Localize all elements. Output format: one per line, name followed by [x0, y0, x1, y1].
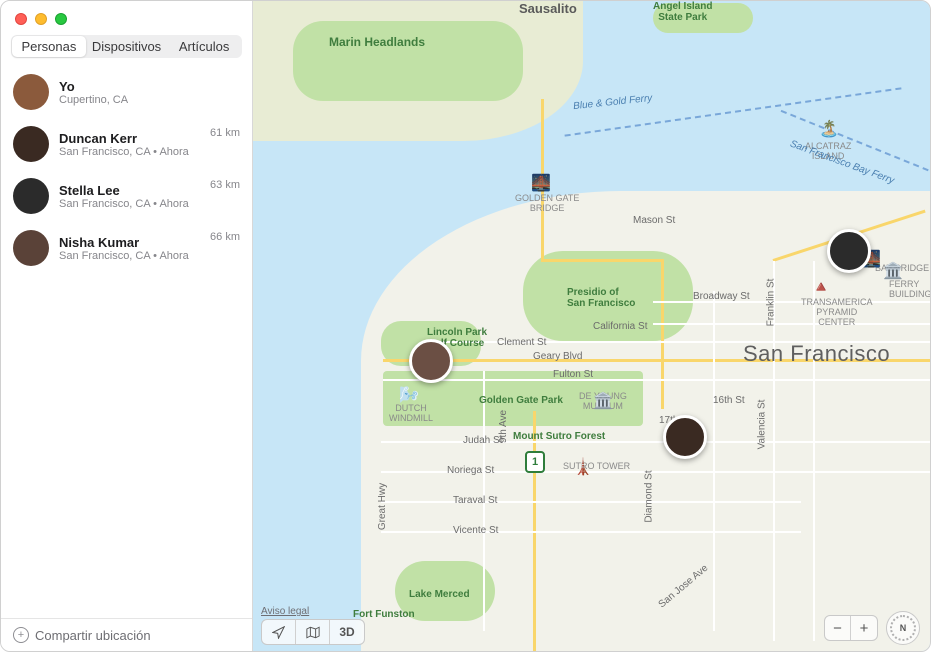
close-icon[interactable]	[15, 13, 27, 25]
person-sub: San Francisco, CA • Ahora	[59, 146, 200, 158]
location-arrow-icon	[272, 626, 285, 639]
people-list: Yo Cupertino, CA Duncan Kerr San Francis…	[1, 66, 252, 618]
park-area	[293, 21, 523, 101]
place-label: Marin Headlands	[329, 35, 425, 49]
windmill-icon: 🌬️	[399, 385, 419, 405]
person-name: Duncan Kerr	[59, 131, 200, 146]
map-style-button[interactable]	[296, 620, 330, 644]
person-name: Yo	[59, 79, 230, 94]
avatar	[13, 74, 49, 110]
list-item[interactable]: Duncan Kerr San Francisco, CA • Ahora 61…	[1, 118, 252, 170]
street-label: California St	[593, 321, 647, 332]
sidebar: Personas Dispositivos Artículos Yo Cuper…	[1, 1, 253, 651]
place-label: TRANSAMERICA PYRAMID CENTER	[801, 297, 873, 327]
place-label: Golden Gate Park	[479, 395, 563, 406]
avatar	[13, 126, 49, 162]
street-label: Franklin St	[765, 279, 776, 327]
person-distance: 66 km	[210, 230, 240, 243]
place-label: FERRY BUILDING	[889, 279, 930, 299]
map-pin-avatar[interactable]	[827, 229, 871, 273]
route-shield: 1	[525, 451, 545, 473]
tab-articulos[interactable]: Artículos	[167, 36, 241, 57]
street-label: Geary Blvd	[533, 351, 582, 362]
tab-bar: Personas Dispositivos Artículos	[11, 35, 242, 58]
share-location-button[interactable]: + Compartir ubicación	[1, 618, 252, 651]
pyramid-icon: 🔺	[811, 277, 831, 297]
legal-link[interactable]: Aviso legal	[261, 606, 309, 617]
ferry-route	[565, 87, 902, 136]
person-name: Nisha Kumar	[59, 235, 200, 250]
place-label: Lake Merced	[409, 589, 470, 600]
compass-button[interactable]: N	[886, 611, 920, 645]
street-label: Judah St	[463, 435, 502, 446]
zoom-controls: − +	[824, 615, 878, 641]
tower-icon: 🗼	[573, 457, 593, 477]
museum-icon: 🏛️	[593, 391, 613, 411]
street-label: Noriega St	[447, 465, 494, 476]
street-label: 9th Ave	[498, 410, 509, 443]
place-label: DUTCH WINDMILL	[389, 403, 433, 423]
place-label: Fort Funston	[353, 609, 415, 620]
island-icon: 🏝️	[819, 119, 839, 139]
person-distance: 63 km	[210, 178, 240, 191]
road	[541, 259, 661, 262]
map-pin-avatar[interactable]	[409, 339, 453, 383]
list-item[interactable]: Stella Lee San Francisco, CA • Ahora 63 …	[1, 170, 252, 222]
place-label: Mount Sutro Forest	[513, 431, 605, 442]
street-label: Taraval St	[453, 495, 497, 506]
road	[381, 501, 801, 503]
tab-dispositivos[interactable]: Dispositivos	[86, 36, 167, 57]
map-view[interactable]: San Francisco Sausalito Marin Headlands …	[253, 1, 930, 651]
road	[713, 291, 715, 631]
zoom-in-button[interactable]: +	[851, 616, 877, 640]
map-pin-avatar[interactable]	[663, 415, 707, 459]
list-item[interactable]: Nisha Kumar San Francisco, CA • Ahora 66…	[1, 222, 252, 274]
avatar	[13, 178, 49, 214]
ferry-label: Blue & Gold Ferry	[573, 93, 653, 112]
street-label: Great Hwy	[377, 483, 388, 530]
street-label: 16th St	[713, 395, 745, 406]
minimize-icon[interactable]	[35, 13, 47, 25]
person-distance: 61 km	[210, 126, 240, 139]
bridge-icon: 🌉	[531, 173, 551, 193]
street-label: Vicente St	[453, 525, 498, 536]
road	[381, 531, 801, 533]
plus-icon: +	[13, 627, 29, 643]
person-sub: Cupertino, CA	[59, 94, 230, 106]
list-item[interactable]: Yo Cupertino, CA	[1, 66, 252, 118]
app-window: Personas Dispositivos Artículos Yo Cuper…	[0, 0, 931, 652]
street-label: Valencia St	[756, 400, 767, 450]
tab-personas[interactable]: Personas	[12, 36, 86, 57]
building-icon: 🏛️	[883, 261, 903, 281]
place-label: Presidio of San Francisco	[567, 287, 635, 309]
street-label: Diamond St	[644, 470, 655, 522]
share-label: Compartir ubicación	[35, 628, 151, 643]
zoom-icon[interactable]	[55, 13, 67, 25]
place-label: GOLDEN GATE BRIDGE	[515, 193, 579, 213]
street-label: Broadway St	[693, 291, 750, 302]
city-label: San Francisco	[743, 341, 890, 367]
locate-button[interactable]	[262, 620, 296, 644]
avatar	[13, 230, 49, 266]
street-label: Mason St	[633, 215, 675, 226]
3d-button[interactable]: 3D	[330, 620, 364, 644]
person-sub: San Francisco, CA • Ahora	[59, 198, 200, 210]
map-mode-controls: 3D	[261, 619, 365, 645]
street-label: Fulton St	[553, 369, 593, 380]
person-name: Stella Lee	[59, 183, 200, 198]
road	[383, 379, 930, 381]
street-label: Clement St	[497, 337, 546, 348]
road	[661, 259, 664, 409]
map-icon	[306, 626, 320, 639]
place-label: Sausalito	[519, 1, 577, 16]
window-controls	[1, 1, 252, 35]
zoom-out-button[interactable]: −	[825, 616, 851, 640]
person-sub: San Francisco, CA • Ahora	[59, 250, 200, 262]
place-label: Angel Island State Park	[653, 1, 712, 23]
road	[653, 323, 930, 325]
